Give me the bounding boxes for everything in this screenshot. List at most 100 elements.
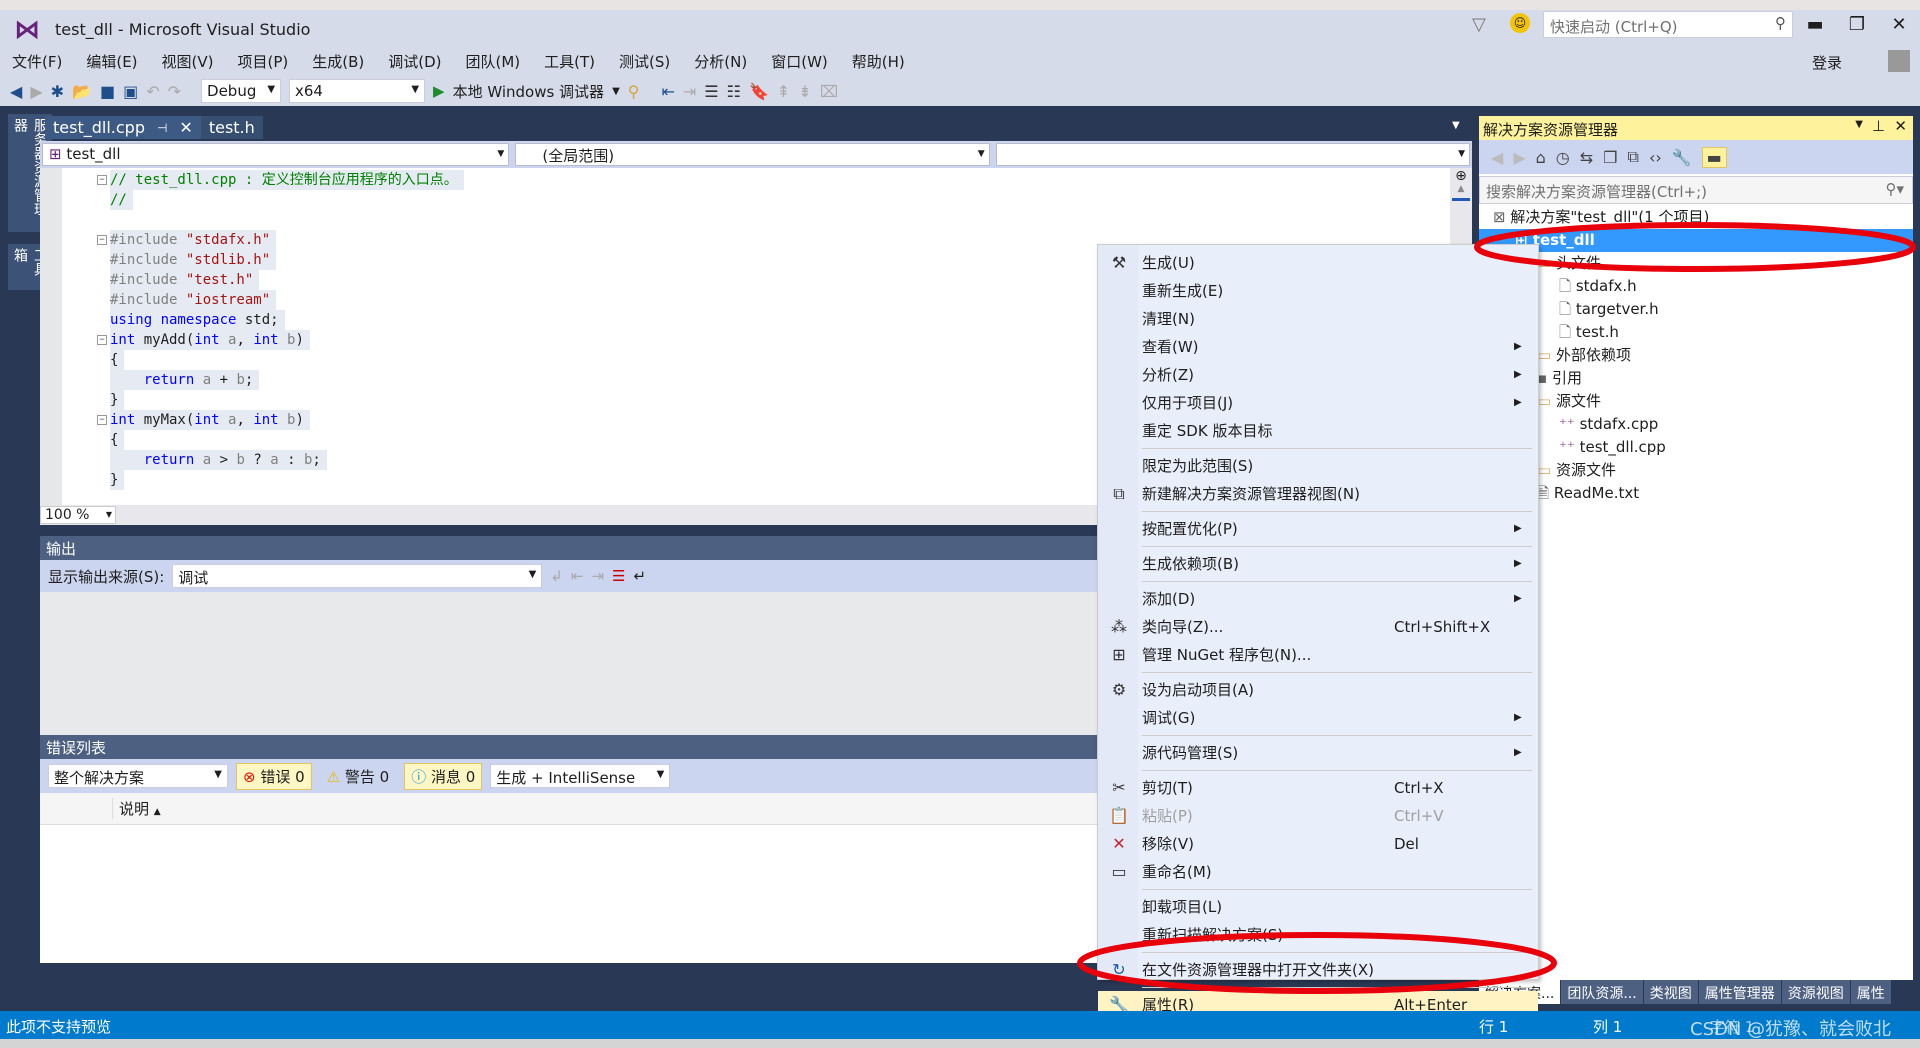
- redo-icon[interactable]: ↷: [168, 82, 181, 101]
- menu-item[interactable]: 重新扫描解决方案(S): [1098, 921, 1538, 949]
- menu-item[interactable]: 测试(S): [619, 50, 682, 74]
- start-debug-icon[interactable]: ▶: [433, 82, 445, 100]
- start-debugger-button[interactable]: 本地 Windows 调试器: [453, 81, 605, 102]
- menu-item[interactable]: 编辑(E): [86, 50, 149, 74]
- restore-button[interactable]: ❐: [1842, 14, 1872, 35]
- close-icon[interactable]: ✕: [1894, 117, 1907, 135]
- menu-item[interactable]: 分析(N): [694, 50, 759, 74]
- menu-item[interactable]: 工具(T): [544, 50, 607, 74]
- next-message-icon[interactable]: ⇥: [591, 567, 604, 585]
- tree-item[interactable]: 🗋 stdafx.h: [1559, 275, 1637, 298]
- home-icon[interactable]: ⌂: [1536, 148, 1546, 167]
- step-icon[interactable]: ⇤: [661, 82, 674, 101]
- tab-test-dll-cpp[interactable]: test_dll.cpp ⊣ ✕: [45, 116, 201, 139]
- minimize-button[interactable]: ▬: [1800, 14, 1830, 35]
- forward-icon[interactable]: ▶: [30, 82, 42, 101]
- tree-item[interactable]: ▭ 源文件: [1537, 390, 1601, 413]
- comment-icon[interactable]: ☰: [704, 82, 718, 101]
- menu-item[interactable]: ⊞ 管理 NuGet 程序包(N)...: [1098, 641, 1538, 669]
- tool-tab[interactable]: 属性管理器: [1698, 980, 1781, 1004]
- feedback-smiley-icon[interactable]: ☺: [1510, 13, 1530, 33]
- menu-item[interactable]: ⚙ 设为启动项目(A): [1098, 676, 1538, 704]
- dropdown-icon[interactable]: ▼: [1855, 119, 1863, 130]
- menu-item[interactable]: ⧉ 新建解决方案资源管理器视图(N): [1098, 480, 1538, 508]
- menu-item[interactable]: 帮助(H): [852, 50, 917, 74]
- menu-item[interactable]: 团队(M): [466, 50, 533, 74]
- configuration-select[interactable]: Debug ▼: [201, 79, 282, 103]
- tool-tab[interactable]: 属性: [1850, 980, 1891, 1004]
- uncomment-icon[interactable]: ☷: [727, 82, 741, 101]
- new-project-icon[interactable]: ✱: [51, 82, 64, 101]
- menu-item[interactable]: 📋 粘贴(P) Ctrl+V: [1098, 802, 1538, 830]
- tree-item[interactable]: ▭ 外部依赖项: [1537, 344, 1631, 367]
- show-all-files-icon[interactable]: ⧉: [1628, 147, 1639, 167]
- scroll-up-icon[interactable]: ▲: [1450, 184, 1472, 194]
- project-dropdown[interactable]: ⊞ test_dll ▼: [42, 143, 510, 166]
- tree-item[interactable]: ▭ 头文件: [1537, 252, 1601, 275]
- collapse-all-icon[interactable]: ❐: [1603, 148, 1617, 167]
- output-source-select[interactable]: 调试 ▼: [172, 564, 543, 588]
- scroll-thumb[interactable]: [1452, 198, 1470, 201]
- fold-toggle-icon[interactable]: −: [97, 335, 107, 345]
- back-icon[interactable]: ◀: [10, 82, 22, 101]
- next-bookmark-icon[interactable]: ⇟: [798, 82, 811, 101]
- menu-item[interactable]: 源代码管理(S) ▶: [1098, 739, 1538, 767]
- clear-all-icon[interactable]: ☰: [612, 567, 625, 585]
- menu-item[interactable]: 卸载项目(L): [1098, 893, 1538, 921]
- forward-icon[interactable]: ▶: [1513, 148, 1525, 167]
- tab-test-h[interactable]: test.h: [200, 116, 263, 139]
- menu-item[interactable]: ⚒ 生成(U): [1098, 249, 1538, 277]
- zoom-select[interactable]: 100 % ▼: [40, 506, 116, 524]
- tool-tab[interactable]: 资源视图: [1781, 980, 1850, 1004]
- menu-item[interactable]: 生成依赖项(B) ▶: [1098, 550, 1538, 578]
- fold-toggle-icon[interactable]: −: [97, 175, 107, 185]
- undo-icon[interactable]: ↶: [146, 82, 159, 101]
- platform-select[interactable]: x64 ▼: [289, 79, 426, 103]
- find-icon[interactable]: ⚲: [628, 82, 640, 101]
- split-icon[interactable]: ⊕: [1450, 168, 1472, 184]
- bookmark-icon[interactable]: 🔖: [749, 82, 769, 101]
- tree-item[interactable]: ▭ 资源文件: [1537, 459, 1616, 482]
- tree-item[interactable]: 🗋 targetver.h: [1559, 298, 1659, 321]
- menu-item[interactable]: 视图(V): [162, 50, 226, 74]
- menu-item[interactable]: ▭ 重命名(M): [1098, 858, 1538, 886]
- save-all-icon[interactable]: ▣: [123, 82, 138, 101]
- tree-item[interactable]: ⁺⁺ test_dll.cpp: [1559, 436, 1666, 459]
- menu-item[interactable]: 重定 SDK 版本目标: [1098, 417, 1538, 445]
- warnings-filter-button[interactable]: ⚠ 警告 0: [320, 763, 397, 790]
- menu-item[interactable]: 生成(B): [312, 50, 376, 74]
- tree-item[interactable]: ⊞ test_dll: [1479, 229, 1913, 252]
- member-dropdown[interactable]: ▼: [995, 143, 1470, 166]
- messages-filter-button[interactable]: ⓘ 消息 0: [404, 762, 483, 790]
- menu-item[interactable]: 查看(W) ▶: [1098, 333, 1538, 361]
- menu-item[interactable]: 限定为此范围(S): [1098, 452, 1538, 480]
- tree-item[interactable]: ▪ 引用: [1537, 367, 1582, 390]
- tool-tab[interactable]: 类视图: [1643, 980, 1698, 1004]
- pin-icon[interactable]: ⊣: [157, 121, 167, 135]
- account-avatar-icon[interactable]: [1888, 50, 1910, 72]
- properties-wrench-icon[interactable]: 🔧: [1672, 148, 1692, 167]
- goto-location-icon[interactable]: ↲: [550, 567, 563, 585]
- preview-selected-icon[interactable]: ▬: [1701, 146, 1727, 168]
- build-filter-select[interactable]: 生成 + IntelliSense ▼: [490, 764, 671, 788]
- pending-changes-icon[interactable]: ◷: [1556, 148, 1570, 167]
- menu-item[interactable]: 添加(D) ▶: [1098, 585, 1538, 613]
- tree-item[interactable]: 🗎 ReadMe.txt: [1537, 482, 1639, 505]
- open-file-icon[interactable]: 📂: [72, 82, 92, 101]
- error-scope-select[interactable]: 整个解决方案 ▼: [48, 764, 228, 788]
- fold-toggle-icon[interactable]: −: [97, 235, 107, 245]
- tab-overflow-icon[interactable]: ▼: [1452, 120, 1460, 131]
- description-column[interactable]: 说明 ▲: [112, 798, 161, 819]
- menu-item[interactable]: ✂ 剪切(T) Ctrl+X: [1098, 774, 1538, 802]
- menu-item[interactable]: ↻ 在文件资源管理器中打开文件夹(X): [1098, 956, 1538, 984]
- tree-item[interactable]: 🗋 test.h: [1559, 321, 1619, 344]
- menu-item[interactable]: 窗口(W): [771, 50, 840, 74]
- clear-bookmarks-icon[interactable]: ⌧: [820, 82, 838, 101]
- prev-message-icon[interactable]: ⇤: [571, 567, 584, 585]
- menu-item[interactable]: 分析(Z) ▶: [1098, 361, 1538, 389]
- step-over-icon[interactable]: ⇥: [683, 82, 696, 101]
- sign-in-link[interactable]: 登录: [1812, 52, 1842, 73]
- menu-item[interactable]: 项目(P): [238, 50, 301, 74]
- errors-filter-button[interactable]: ⊗ 错误 0: [236, 762, 312, 790]
- tree-item[interactable]: ⁺⁺ stdafx.cpp: [1559, 413, 1658, 436]
